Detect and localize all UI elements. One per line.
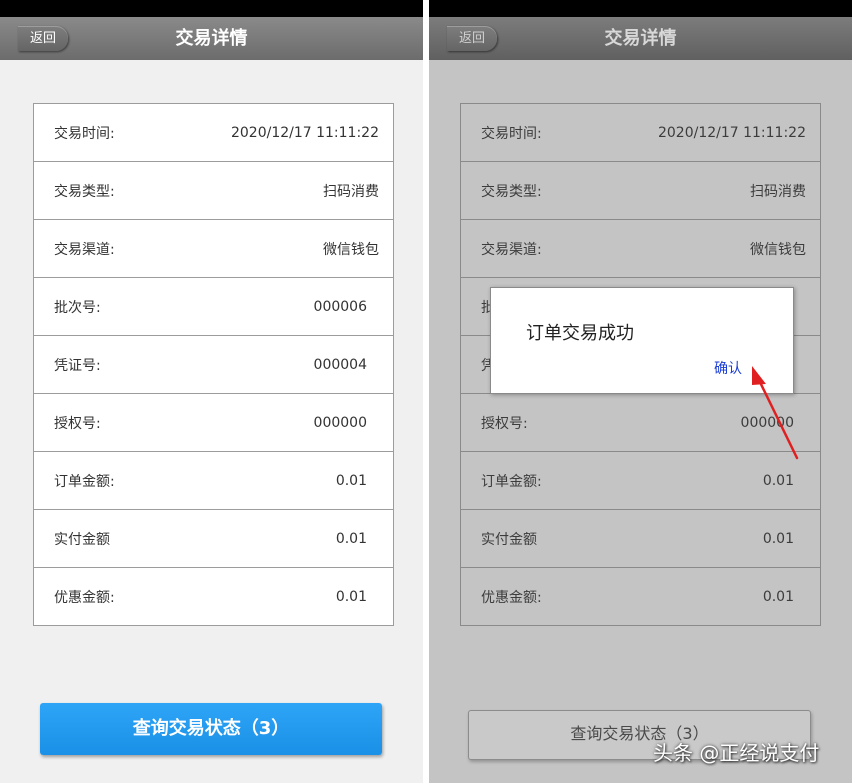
detail-row: 订单金额: 0.01 (34, 452, 393, 510)
detail-row: 实付金额 0.01 (34, 510, 393, 568)
detail-row: 交易时间: 2020/12/17 11:11:22 (461, 104, 820, 162)
detail-row: 批次号: 000006 (34, 278, 393, 336)
detail-value: 扫码消费 (750, 183, 806, 200)
detail-row: 交易类型: 扫码消费 (34, 162, 393, 220)
detail-value: 0.01 (762, 588, 794, 605)
detail-label: 交易时间: (54, 125, 115, 142)
detail-value: 0.01 (762, 530, 794, 547)
detail-row: 优惠金额: 0.01 (34, 568, 393, 625)
back-button[interactable]: 返回 (447, 26, 497, 51)
detail-label: 实付金额 (54, 531, 110, 548)
detail-value: 微信钱包 (323, 241, 379, 258)
detail-label: 优惠金额: (54, 589, 115, 606)
detail-value: 2020/12/17 11:11:22 (657, 124, 806, 141)
detail-label: 凭证号: (54, 357, 101, 374)
detail-row: 交易类型: 扫码消费 (461, 162, 820, 220)
detail-row: 实付金额 0.01 (461, 510, 820, 568)
nav-header: 交易详情 返回 (0, 17, 423, 60)
detail-value: 0.01 (335, 588, 367, 605)
detail-value: 0.01 (335, 530, 367, 547)
status-bar (429, 0, 852, 17)
detail-label: 交易类型: (481, 183, 542, 200)
detail-label: 交易渠道: (481, 241, 542, 258)
detail-label: 优惠金额: (481, 589, 542, 606)
detail-value: 微信钱包 (750, 241, 806, 258)
detail-label: 授权号: (54, 415, 101, 432)
detail-row: 授权号: 000000 (34, 394, 393, 452)
detail-row: 订单金额: 0.01 (461, 452, 820, 510)
left-screen: 交易详情 返回 交易时间: 2020/12/17 11:11:22 交易类型: … (0, 0, 423, 783)
detail-row: 优惠金额: 0.01 (461, 568, 820, 625)
detail-value: 000004 (313, 356, 367, 373)
detail-row: 交易时间: 2020/12/17 11:11:22 (34, 104, 393, 162)
detail-row: 交易渠道: 微信钱包 (34, 220, 393, 278)
dialog-confirm-button[interactable]: 确认 (714, 358, 742, 378)
detail-label: 交易渠道: (54, 241, 115, 258)
watermark: 头条 @正经说支付 (653, 741, 820, 765)
detail-row: 交易渠道: 微信钱包 (461, 220, 820, 278)
detail-label: 订单金额: (481, 473, 542, 490)
detail-value: 0.01 (335, 472, 367, 489)
success-dialog: 订单交易成功 确认 (490, 287, 794, 394)
detail-label: 交易类型: (54, 183, 115, 200)
detail-value: 扫码消费 (323, 183, 379, 200)
back-button[interactable]: 返回 (18, 26, 68, 51)
query-status-button[interactable]: 查询交易状态（3） (40, 703, 382, 755)
detail-value: 0.01 (762, 472, 794, 489)
detail-value: 2020/12/17 11:11:22 (230, 124, 379, 141)
detail-label: 订单金额: (54, 473, 115, 490)
detail-label: 实付金额 (481, 531, 537, 548)
detail-row: 授权号: 000000 (461, 394, 820, 452)
detail-label: 交易时间: (481, 125, 542, 142)
nav-header: 交易详情 返回 (429, 17, 852, 60)
dialog-message: 订单交易成功 (526, 323, 634, 344)
detail-value: 000000 (740, 414, 794, 431)
detail-row: 凭证号: 000004 (34, 336, 393, 394)
detail-label: 授权号: (481, 415, 528, 432)
detail-value: 000000 (313, 414, 367, 431)
status-bar (0, 0, 423, 17)
detail-value: 000006 (313, 298, 367, 315)
detail-label: 批次号: (54, 299, 101, 316)
transaction-detail-card: 交易时间: 2020/12/17 11:11:22 交易类型: 扫码消费 交易渠… (33, 103, 394, 626)
